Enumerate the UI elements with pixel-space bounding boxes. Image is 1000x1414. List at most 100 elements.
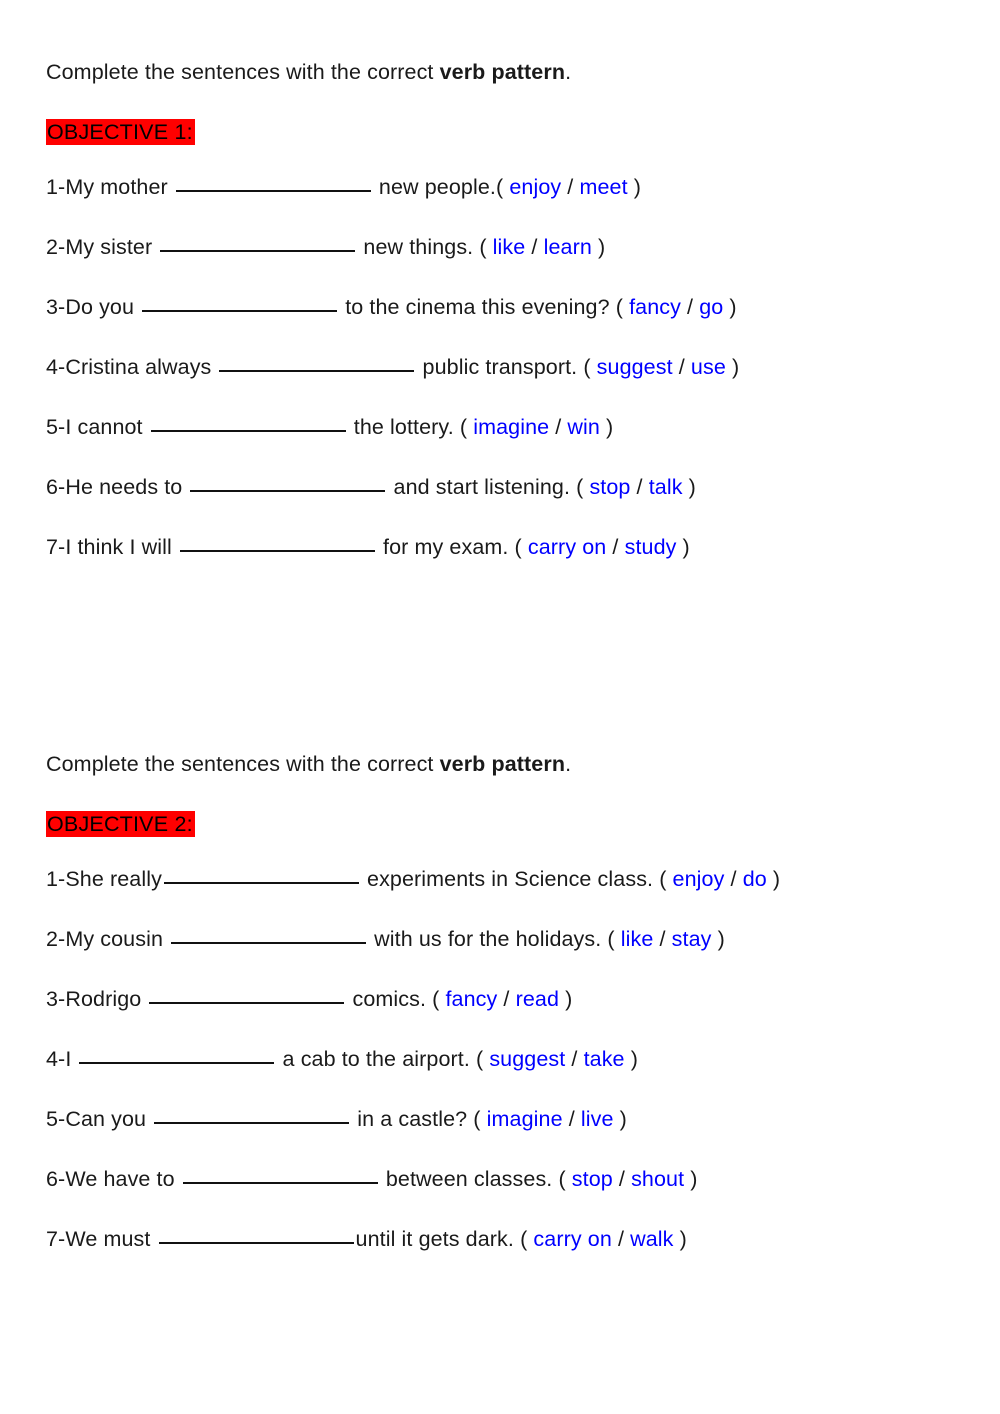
option-separator: / [724,867,743,891]
option-verb-a[interactable]: imagine [473,415,549,439]
close-paren: ) [725,355,740,379]
sentence-item: 3-Rodrigo comics. ( fancy / read ) [46,985,966,1013]
sentence-after: with us for the holidays. [368,927,608,951]
sentence-item: 6-He needs to and start listening. ( sto… [46,473,966,501]
sentence-after: and start listening. [387,475,577,499]
sentence-before: I [65,1047,78,1071]
sentence-after: to the cinema this evening? [339,295,616,319]
option-verb-a[interactable]: enjoy [509,175,561,199]
option-verb-b[interactable]: learn [544,235,592,259]
option-verb-a[interactable]: carry on [528,535,606,559]
option-separator: / [562,1107,581,1131]
answer-blank[interactable] [79,1046,275,1064]
option-verb-a[interactable]: imagine [487,1107,563,1131]
sentence-item: 7-I think I will for my exam. ( carry on… [46,533,966,561]
close-paren: ) [559,987,573,1011]
sentence-item: 1-My mother new people.( enjoy / meet ) [46,173,966,201]
close-paren: ) [591,235,606,259]
options-group: ( suggest / take ) [476,1047,638,1071]
sentence-item: 3-Do you to the cinema this evening? ( f… [46,293,966,321]
close-paren: ) [676,535,690,559]
open-paren: ( [479,235,493,259]
sentence-before: My sister [65,235,159,259]
option-verb-b[interactable]: win [567,415,600,439]
answer-blank[interactable] [163,866,359,884]
option-separator: / [653,927,672,951]
answer-blank[interactable] [149,986,345,1004]
instruction-end-1: . [565,60,572,84]
open-paren: ( [583,355,597,379]
close-paren: ) [673,1227,687,1251]
close-paren: ) [599,415,614,439]
option-verb-a[interactable]: fancy [445,987,497,1011]
option-verb-b[interactable]: walk [630,1227,673,1251]
sentence-before: We have to [65,1167,181,1191]
option-verb-a[interactable]: like [621,927,654,951]
answer-blank[interactable] [160,234,356,252]
option-verb-b[interactable]: use [691,355,726,379]
answer-blank[interactable] [190,474,386,492]
option-verb-b[interactable]: shout [631,1167,684,1191]
sentence-item: 7-We must until it gets dark. ( carry on… [46,1225,966,1253]
options-group: ( suggest / use ) [583,355,739,379]
options-group: ( fancy / go ) [616,295,737,319]
option-verb-a[interactable]: stop [589,475,630,499]
sentence-before: I think I will [65,535,178,559]
open-paren: ( [659,867,673,891]
option-verb-b[interactable]: stay [672,927,712,951]
open-paren: ( [459,415,474,439]
worksheet-section-2: Complete the sentences with the correct … [46,750,966,1253]
answer-blank[interactable] [150,414,346,432]
answer-blank[interactable] [219,354,415,372]
option-verb-b[interactable]: talk [649,475,683,499]
sentence-number: 6- [46,475,66,499]
option-verb-b[interactable]: do [743,867,767,891]
sentence-after: new people. [372,175,496,199]
option-verb-a[interactable]: fancy [629,295,681,319]
sentence-number: 5- [46,1107,66,1131]
option-verb-a[interactable]: enjoy [673,867,725,891]
option-verb-a[interactable]: like [493,235,526,259]
option-verb-b[interactable]: take [584,1047,625,1071]
option-verb-a[interactable]: carry on [533,1227,611,1251]
option-separator: / [612,1167,632,1191]
sentence-after: the lottery. [347,415,460,439]
sentence-item: 2-My cousin with us for the holidays. ( … [46,925,966,953]
option-verb-b[interactable]: study [625,535,677,559]
open-paren: ( [432,987,446,1011]
sentence-before: My mother [65,175,174,199]
objective-heading-2: OBJECTIVE 2: [46,811,195,837]
answer-blank[interactable] [142,294,338,312]
options-group: ( carry on / walk ) [520,1227,687,1251]
close-paren: ) [684,1167,698,1191]
option-verb-b[interactable]: meet [579,175,627,199]
sentence-number: 7- [46,1227,66,1251]
sentence-number: 3- [46,295,66,319]
open-paren: ( [576,475,590,499]
answer-blank[interactable] [171,926,367,944]
option-verb-a[interactable]: stop [572,1167,613,1191]
objective-heading-1: OBJECTIVE 1: [46,119,195,145]
answer-blank[interactable] [182,1166,378,1184]
option-verb-a[interactable]: suggest [489,1047,565,1071]
option-separator: / [680,295,700,319]
answer-blank[interactable] [154,1106,350,1124]
close-paren: ) [627,175,642,199]
option-verb-b[interactable]: go [699,295,723,319]
worksheet-section-1: Complete the sentences with the correct … [46,58,966,561]
instruction-text-1: Complete the sentences with the correct … [46,58,966,86]
option-verb-b[interactable]: live [581,1107,614,1131]
option-verb-b[interactable]: read [516,987,559,1011]
worksheet-page: Complete the sentences with the correct … [0,0,1000,1414]
sentence-before: Rodrigo [65,987,148,1011]
option-verb-a[interactable]: suggest [597,355,673,379]
open-paren: ( [495,175,510,199]
sentence-before: My cousin [65,927,170,951]
sentence-number: 1- [46,175,66,199]
answer-blank[interactable] [175,174,371,192]
option-separator: / [672,355,691,379]
close-paren: ) [766,867,781,891]
answer-blank[interactable] [179,534,375,552]
option-separator: / [525,235,544,259]
answer-blank[interactable] [158,1226,354,1244]
